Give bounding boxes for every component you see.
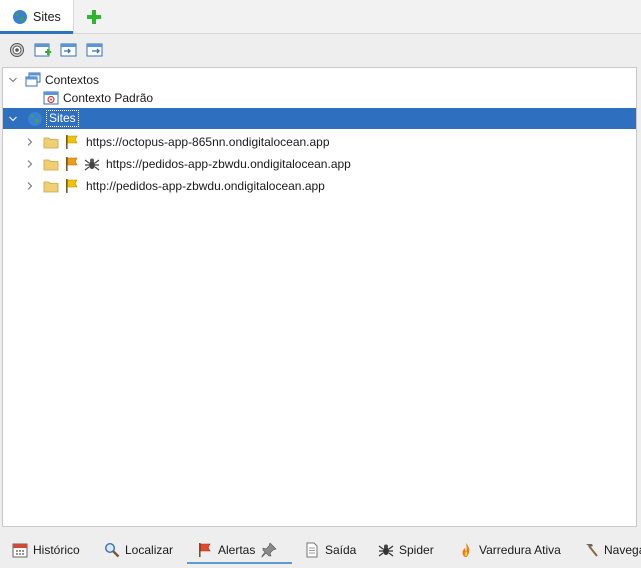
tab-active-scan[interactable]: Varredura Ativa <box>458 536 561 564</box>
tab-browse-label: Navega <box>604 543 641 557</box>
tab-history-label: Histórico <box>33 543 80 557</box>
chevron-down-icon[interactable] <box>8 114 18 124</box>
chevron-down-icon[interactable] <box>8 75 18 85</box>
flag-icon <box>66 156 78 171</box>
tab-alerts[interactable]: Alertas <box>186 536 293 564</box>
tab-history[interactable]: Histórico <box>12 536 80 564</box>
tree-node-site[interactable]: http://pedidos-app-zbwdu.ondigitalocean.… <box>3 175 636 196</box>
tree-node-sites-label: Sites <box>46 110 79 127</box>
contexts-icon <box>25 72 41 86</box>
pin-icon[interactable] <box>261 542 277 558</box>
document-icon <box>306 542 318 558</box>
tree-node-sites[interactable]: Sites <box>3 108 636 129</box>
top-tab-strip: Sites <box>0 0 641 34</box>
tab-spider[interactable]: Spider <box>378 536 434 564</box>
spider-icon <box>378 544 394 557</box>
sites-tree: Contextos Contexto Padrão Sites https://… <box>2 67 637 527</box>
tab-sites[interactable]: Sites <box>0 0 74 34</box>
tab-sites-label: Sites <box>33 9 61 24</box>
tab-output[interactable]: Saída <box>304 536 356 564</box>
import-context-button[interactable] <box>60 42 78 58</box>
globe-icon <box>13 9 27 24</box>
show-all-button[interactable] <box>8 42 26 58</box>
folder-icon <box>43 159 59 170</box>
bottom-tab-strip: Histórico Localizar Alertas Saída Spider… <box>0 536 641 568</box>
tree-node-default-context-label: Contexto Padrão <box>63 90 154 105</box>
export-context-button[interactable] <box>86 42 104 58</box>
tree-node-contexts-label: Contextos <box>45 72 100 87</box>
tree-node-default-context[interactable]: Contexto Padrão <box>3 87 636 108</box>
tab-browse[interactable]: Navega <box>583 536 641 564</box>
tree-node-site-label: https://pedidos-app-zbwdu.ondigitalocean… <box>106 156 351 171</box>
folder-icon <box>43 137 59 148</box>
chevron-right-icon[interactable] <box>25 137 35 147</box>
new-context-button[interactable] <box>34 42 52 58</box>
import-context-icon <box>60 43 77 57</box>
tree-node-site-label: http://pedidos-app-zbwdu.ondigitalocean.… <box>86 178 325 193</box>
export-context-icon <box>86 43 103 57</box>
tab-search-label: Localizar <box>125 543 174 557</box>
context-icon <box>43 91 59 104</box>
hammer-icon <box>586 544 598 557</box>
sites-toolbar <box>0 34 641 66</box>
flag-icon <box>66 134 78 149</box>
spider-icon <box>84 158 100 170</box>
tree-node-site[interactable]: https://pedidos-app-zbwdu.ondigitalocean… <box>3 153 636 174</box>
calendar-icon <box>12 543 28 558</box>
tab-alerts-label: Alertas <box>218 543 256 557</box>
tree-node-site-label: https://octopus-app-865nn.ondigitalocean… <box>86 134 330 149</box>
flame-icon <box>462 543 470 557</box>
chevron-right-icon[interactable] <box>25 181 35 191</box>
tab-spider-label: Spider <box>399 543 434 557</box>
new-context-icon <box>34 43 51 57</box>
tab-search[interactable]: Localizar <box>104 536 173 564</box>
plus-icon[interactable] <box>86 9 102 25</box>
tab-active-scan-label: Varredura Ativa <box>479 543 561 557</box>
flag-icon <box>199 543 211 557</box>
tree-node-site[interactable]: https://octopus-app-865nn.ondigitalocean… <box>3 131 636 152</box>
target-icon <box>10 43 24 57</box>
globe-icon <box>28 111 42 126</box>
magnifier-icon <box>104 542 120 558</box>
flag-icon <box>66 178 78 193</box>
folder-icon <box>43 181 59 192</box>
chevron-right-icon[interactable] <box>25 159 35 169</box>
tab-output-label: Saída <box>325 543 357 557</box>
